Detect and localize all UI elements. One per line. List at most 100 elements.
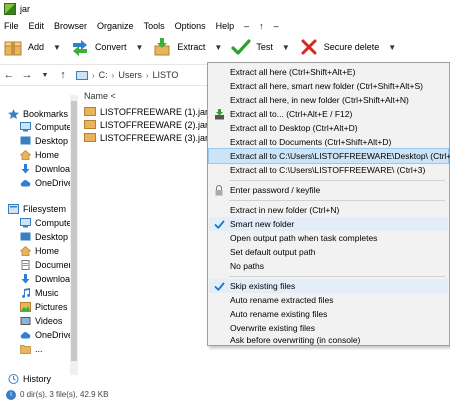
toolbar: Add ▼ Convert ▼ Extract ▼ Test ▼ Secure … (0, 33, 450, 61)
menu-item-auto-rename-existing[interactable]: Auto rename existing files (209, 307, 448, 321)
sidebar-label: Computer (35, 218, 75, 228)
delete-x-icon (299, 37, 319, 57)
column-header-name[interactable]: Name < (84, 91, 116, 101)
sidebar-label: Music (35, 288, 59, 298)
sidebar-label: OneDrive (35, 178, 74, 188)
test-label: Test (256, 42, 273, 52)
back-arrow-icon[interactable]: ← (0, 69, 18, 81)
extract-icon (152, 37, 172, 57)
extract-button[interactable]: Extract (149, 34, 208, 60)
extract-label: Extract (177, 42, 206, 52)
info-icon: i (6, 389, 16, 400)
title-bar: jar (0, 0, 450, 18)
menu-item-smart-new-folder[interactable]: Smart new folder (209, 217, 448, 231)
extract-dropdown-caret-icon[interactable]: ▼ (214, 43, 222, 52)
sidebar-label: Desktop (35, 232, 69, 242)
menu-file[interactable]: File (0, 21, 24, 31)
lock-icon (213, 184, 225, 196)
menu-help[interactable]: Help (211, 21, 240, 31)
sidebar-label: Videos (35, 316, 63, 326)
sidebar-label: OneDrive (35, 330, 74, 340)
add-button[interactable]: Add (0, 34, 47, 60)
breadcrumb-users[interactable]: Users (114, 70, 146, 80)
minimize-menu-glyph[interactable]: – (239, 21, 254, 31)
menu-tools[interactable]: Tools (139, 21, 170, 31)
menu-item-skip-existing[interactable]: Skip existing files (209, 279, 448, 293)
jar-file-icon (84, 107, 96, 116)
up-folder-icon[interactable]: ↑ (54, 69, 72, 81)
sidebar-label: Home (35, 150, 60, 160)
clock-icon (8, 374, 19, 384)
history-dropdown-icon[interactable]: ▼ (36, 72, 54, 79)
menu-item-extract-all-here[interactable]: Extract all here (Ctrl+Shift+Alt+E) (209, 65, 448, 79)
test-dropdown-caret-icon[interactable]: ▼ (282, 43, 290, 52)
menu-bar: File Edit Browser Organize Tools Options… (0, 18, 450, 33)
test-button[interactable]: Test (228, 34, 276, 60)
menu-item-ask-before-overwriting[interactable]: Ask before overwriting (in console) (209, 333, 448, 347)
menu-item-enter-password[interactable]: Enter password / keyfile (209, 183, 448, 197)
extract-context-menu: Extract all here (Ctrl+Shift+Alt+E) Extr… (207, 62, 450, 346)
menu-item-extract-all-to[interactable]: Extract all to... (Ctrl+Alt+E / F12) (209, 107, 448, 121)
file-row[interactable]: LISTOFFREEWARE (1).jar (84, 105, 208, 118)
convert-dropdown-caret-icon[interactable]: ▼ (135, 43, 143, 52)
app-logo-icon (4, 3, 16, 15)
secure-delete-button[interactable]: Secure delete (296, 34, 383, 60)
convert-button[interactable]: Convert (67, 34, 130, 60)
dash-glyph[interactable]: – (269, 21, 284, 31)
menu-separator (229, 200, 445, 201)
window-title: jar (20, 4, 31, 14)
file-row[interactable]: LISTOFFREEWARE (3).jar (84, 131, 208, 144)
sidebar-label: ... (35, 344, 43, 354)
checkmark-icon (231, 37, 251, 57)
add-dropdown-caret-icon[interactable]: ▼ (53, 43, 61, 52)
sidebar-label: Home (35, 246, 60, 256)
menu-organize[interactable]: Organize (92, 21, 139, 31)
status-bar: i 0 dir(s), 3 file(s), 42.9 KB (0, 387, 450, 402)
folder-icon (20, 345, 31, 354)
videos-icon (20, 317, 31, 325)
sidebar-label: History (23, 374, 52, 384)
menu-item-extract-to-documents[interactable]: Extract all to Documents (Ctrl+Shift+Alt… (209, 135, 448, 149)
sidebar-label: Filesystem (23, 204, 67, 214)
computer-icon (76, 70, 88, 80)
jar-file-icon (84, 133, 96, 142)
up-arrow-glyph[interactable]: ↑ (254, 21, 269, 31)
desktop-icon (20, 232, 31, 241)
menu-item-set-default-output[interactable]: Set default output path (209, 245, 448, 259)
file-row[interactable]: LISTOFFREEWARE (2).jar (84, 118, 208, 131)
add-label: Add (28, 42, 45, 52)
add-archive-icon (3, 37, 23, 57)
secure-delete-dropdown-caret-icon[interactable]: ▼ (388, 43, 396, 52)
sidebar-scroll-thumb[interactable] (71, 101, 77, 361)
menu-item-auto-rename-extracted[interactable]: Auto rename extracted files (209, 293, 448, 307)
menu-edit[interactable]: Edit (24, 21, 50, 31)
secure-delete-label: Secure delete (323, 42, 380, 52)
documents-icon (21, 260, 30, 270)
desktop-icon (20, 136, 31, 145)
breadcrumb-drive[interactable]: C: (95, 70, 112, 80)
forward-arrow-icon[interactable]: → (18, 69, 36, 81)
cloud-icon (20, 180, 31, 187)
breadcrumb-user-folder[interactable]: LISTO (149, 70, 183, 80)
menu-item-extract-to-user-desktop[interactable]: Extract all to C:\Users\LISTOFFREEWARE\D… (208, 148, 450, 164)
menu-item-extract-here-smart[interactable]: Extract all here, smart new folder (Ctrl… (209, 79, 448, 93)
menu-item-open-output-path[interactable]: Open output path when task completes (209, 231, 448, 245)
menu-separator (229, 180, 445, 181)
convert-icon (70, 37, 90, 57)
sidebar-label: Desktop (35, 136, 69, 146)
file-name: LISTOFFREEWARE (2).jar (100, 119, 209, 130)
status-text: 0 dir(s), 3 file(s), 42.9 KB (20, 390, 109, 399)
computer-icon (20, 218, 31, 228)
menu-item-extract-to-desktop[interactable]: Extract all to Desktop (Ctrl+Alt+D) (209, 121, 448, 135)
menu-item-extract-new-folder[interactable]: Extract in new folder (Ctrl+N) (209, 203, 448, 217)
menu-browser[interactable]: Browser (49, 21, 92, 31)
file-name: LISTOFFREEWARE (1).jar (100, 106, 209, 117)
menu-item-extract-here-new-folder[interactable]: Extract all here, in new folder (Ctrl+Sh… (209, 93, 448, 107)
menu-item-no-paths[interactable]: No paths (209, 259, 448, 273)
sidebar-label: Pictures (35, 302, 68, 312)
sidebar-scrollbar[interactable] (70, 95, 78, 375)
menu-item-extract-to-user-folder[interactable]: Extract all to C:\Users\LISTOFFREEWARE\ … (209, 163, 448, 177)
filesystem-icon (8, 204, 19, 214)
pictures-icon (20, 302, 31, 312)
menu-options[interactable]: Options (170, 21, 211, 31)
